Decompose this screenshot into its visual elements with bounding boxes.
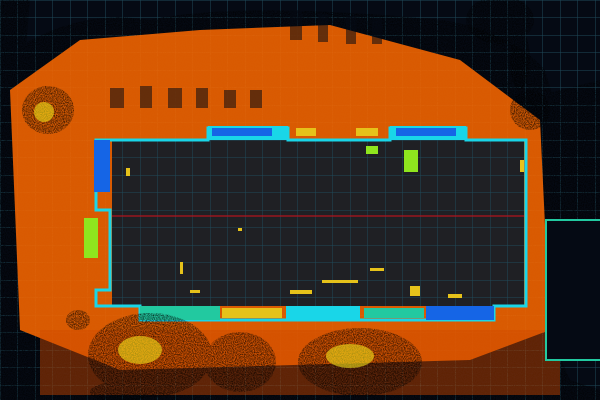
adjacent-building — [545, 219, 600, 361]
point-cloud-view — [0, 0, 600, 400]
building-interior-grid — [112, 140, 524, 306]
top-right-gap — [545, 0, 600, 90]
